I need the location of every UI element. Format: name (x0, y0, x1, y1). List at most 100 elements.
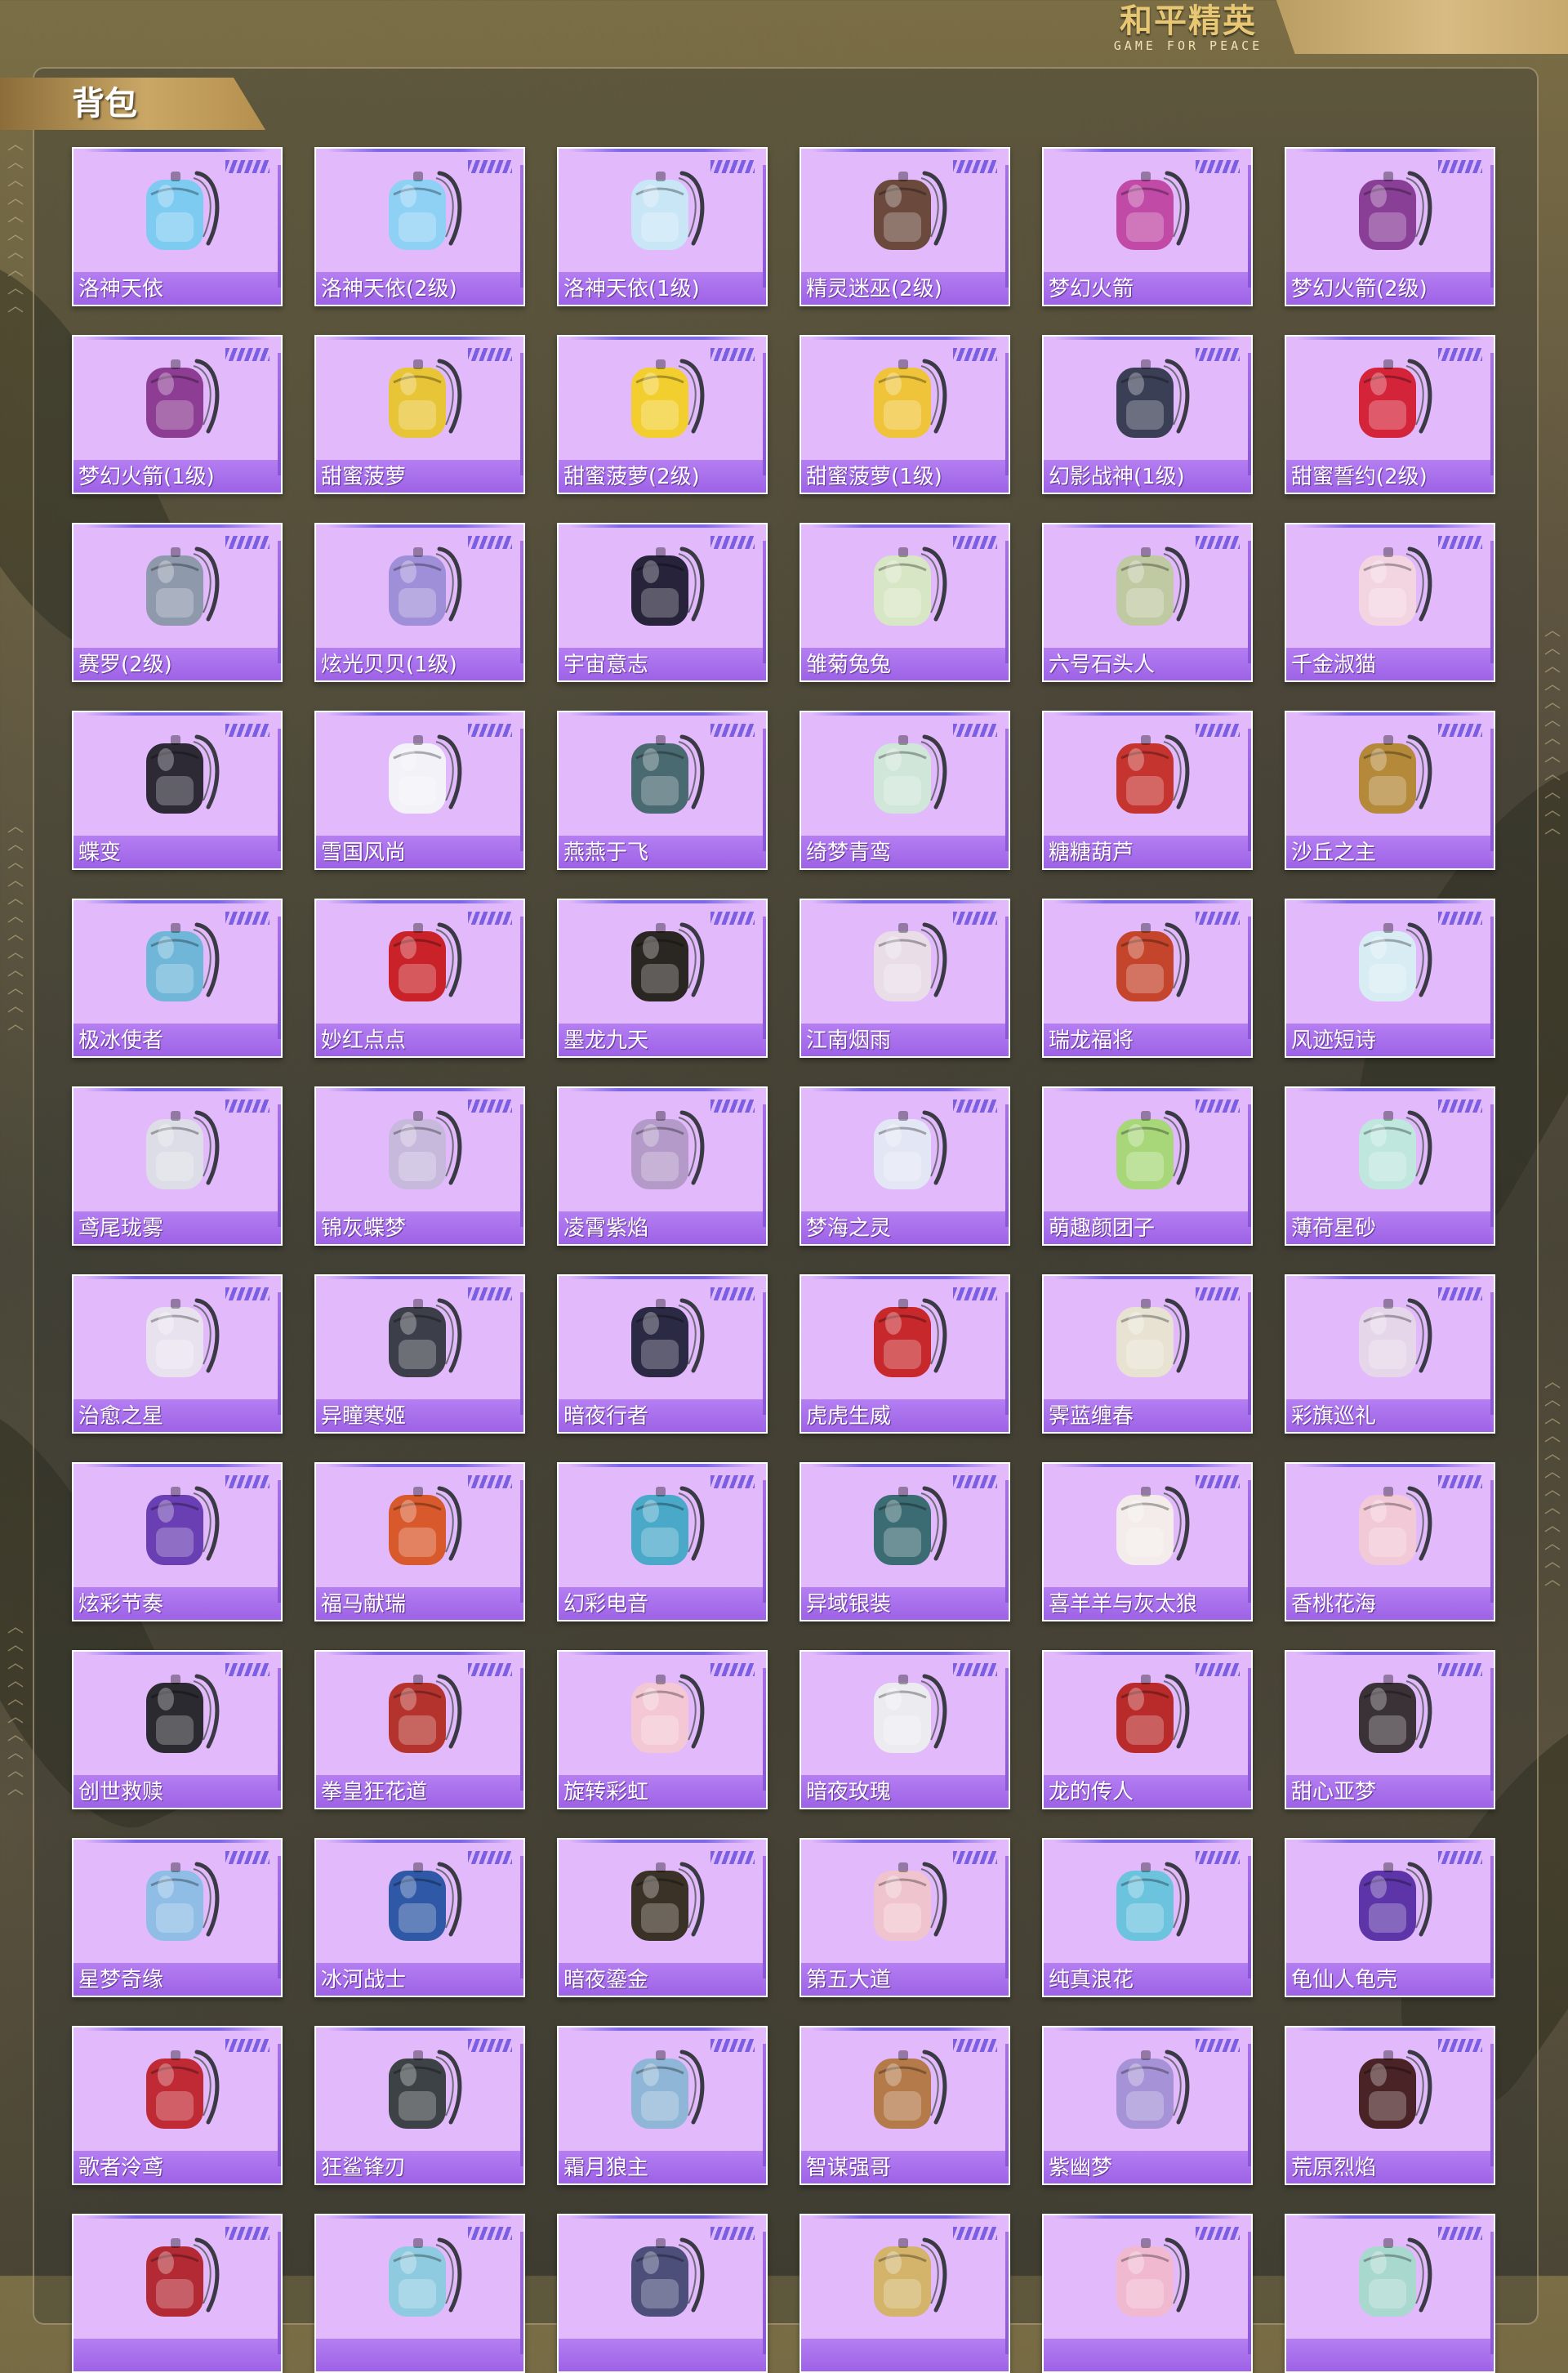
backpack-card[interactable]: 彩旗巡礼 (1285, 1274, 1495, 1434)
backpack-card[interactable]: 萌趣颜团子 (1042, 1086, 1253, 1246)
rank-stripes-icon (953, 912, 997, 925)
backpack-card[interactable]: 雪国风尚 (314, 711, 525, 870)
backpack-card[interactable] (314, 2214, 525, 2373)
backpack-card[interactable]: 甜蜜誓约(2级) (1285, 335, 1495, 494)
backpack-icon (1359, 2050, 1432, 2129)
backpack-card[interactable]: 甜蜜菠萝(2级) (557, 335, 768, 494)
backpack-card[interactable]: 梦幻火箭(1级) (72, 335, 283, 494)
backpack-card[interactable]: 梦幻火箭 (1042, 147, 1253, 306)
backpack-card[interactable]: 福马献瑞 (314, 1462, 525, 1621)
rank-stripes-icon (710, 724, 755, 737)
backpack-card[interactable]: 墨龙九天 (557, 899, 768, 1058)
rank-stripes-icon (953, 2039, 997, 2052)
backpack-card[interactable]: 燕燕于飞 (557, 711, 768, 870)
backpack-card[interactable]: 暗夜行者 (557, 1274, 768, 1434)
backpack-card[interactable] (557, 2214, 768, 2373)
rank-stripes-icon (1196, 1663, 1240, 1676)
backpack-card[interactable]: 冰河战士 (314, 1838, 525, 1997)
item-name: 旋转彩虹 (564, 1780, 649, 1804)
backpack-card[interactable]: 幻彩电音 (557, 1462, 768, 1621)
backpack-card[interactable] (72, 2214, 283, 2373)
backpack-icon (1116, 1862, 1190, 1941)
backpack-card[interactable]: 甜蜜菠萝(1级) (800, 335, 1010, 494)
backpack-card[interactable]: 紫幽梦 (1042, 2026, 1253, 2185)
backpack-card[interactable]: 异瞳寒姬 (314, 1274, 525, 1434)
backpack-card[interactable]: 甜蜜菠萝 (314, 335, 525, 494)
backpack-card[interactable]: 绮梦青鸾 (800, 711, 1010, 870)
backpack-card[interactable]: 纯真浪花 (1042, 1838, 1253, 1997)
backpack-card[interactable]: 治愈之星 (72, 1274, 283, 1434)
backpack-card[interactable]: 龟仙人龟壳 (1285, 1838, 1495, 1997)
item-name: 甜蜜菠萝(1级) (806, 465, 942, 489)
rank-stripes-icon (1438, 348, 1482, 361)
backpack-card[interactable]: 异域银装 (800, 1462, 1010, 1621)
item-name: 暗夜鎏金 (564, 1968, 649, 1992)
backpack-icon (1359, 1298, 1432, 1377)
backpack-card[interactable]: 洛神天依 (72, 147, 283, 306)
rank-stripes-icon (953, 1287, 997, 1300)
rank-stripes-icon (710, 160, 755, 173)
backpack-card[interactable]: 炫彩节奏 (72, 1462, 283, 1621)
rank-stripes-icon (468, 724, 512, 737)
backpack-card[interactable]: 雏菊兔兔 (800, 523, 1010, 682)
backpack-icon (146, 1674, 220, 1753)
backpack-icon (389, 1862, 462, 1941)
backpack-card[interactable]: 妙红点点 (314, 899, 525, 1058)
backpack-card[interactable]: 宇宙意志 (557, 523, 768, 682)
backpack-card[interactable]: 洛神天依(1级) (557, 147, 768, 306)
item-name: 梦幻火箭(2级) (1291, 277, 1428, 301)
backpack-card[interactable]: 凌霄紫焰 (557, 1086, 768, 1246)
backpack-card[interactable]: 沙丘之主 (1285, 711, 1495, 870)
item-name: 梦幻火箭 (1049, 277, 1134, 301)
backpack-card[interactable]: 蝶变 (72, 711, 283, 870)
backpack-card[interactable]: 幻影战神(1级) (1042, 335, 1253, 494)
backpack-card[interactable]: 拳皇狂花道 (314, 1650, 525, 1809)
rank-stripes-icon (225, 912, 270, 925)
backpack-card[interactable]: 鸢尾珑雾 (72, 1086, 283, 1246)
backpack-card[interactable]: 狂鲨锋刃 (314, 2026, 525, 2185)
backpack-card[interactable]: 赛罗(2级) (72, 523, 283, 682)
backpack-icon (146, 922, 220, 1001)
backpack-card[interactable]: 千金淑猫 (1285, 523, 1495, 682)
backpack-card[interactable] (1285, 2214, 1495, 2373)
backpack-card[interactable]: 锦灰蝶梦 (314, 1086, 525, 1246)
backpack-card[interactable]: 香桃花海 (1285, 1462, 1495, 1621)
backpack-card[interactable]: 糖糖葫芦 (1042, 711, 1253, 870)
backpack-card[interactable]: 智谋强哥 (800, 2026, 1010, 2185)
game-logo: 和平精英 GAME FOR PEACE (1098, 3, 1278, 56)
backpack-card[interactable]: 风迹短诗 (1285, 899, 1495, 1058)
backpack-card[interactable] (800, 2214, 1010, 2373)
backpack-card[interactable] (1042, 2214, 1253, 2373)
backpack-card[interactable]: 霁蓝缠春 (1042, 1274, 1253, 1434)
backpack-icon (631, 1486, 705, 1565)
backpack-card[interactable]: 江南烟雨 (800, 899, 1010, 1058)
backpack-card[interactable]: 创世救赎 (72, 1650, 283, 1809)
backpack-card[interactable]: 炫光贝贝(1级) (314, 523, 525, 682)
backpack-card[interactable]: 瑞龙福将 (1042, 899, 1253, 1058)
item-name: 冰河战士 (321, 1968, 407, 1992)
backpack-card[interactable]: 星梦奇缘 (72, 1838, 283, 1997)
backpack-card[interactable]: 梦幻火箭(2级) (1285, 147, 1495, 306)
item-name: 妙红点点 (321, 1028, 407, 1053)
backpack-card[interactable]: 极冰使者 (72, 899, 283, 1058)
backpack-card[interactable]: 洛神天依(2级) (314, 147, 525, 306)
backpack-card[interactable]: 精灵迷巫(2级) (800, 147, 1010, 306)
backpack-card[interactable]: 梦海之灵 (800, 1086, 1010, 1246)
backpack-card[interactable]: 薄荷星砂 (1285, 1086, 1495, 1246)
backpack-card[interactable]: 喜羊羊与灰太狼 (1042, 1462, 1253, 1621)
backpack-card[interactable]: 第五大道 (800, 1838, 1010, 1997)
backpack-card[interactable]: 暗夜玫瑰 (800, 1650, 1010, 1809)
backpack-card[interactable]: 甜心亚梦 (1285, 1650, 1495, 1809)
backpack-card[interactable]: 六号石头人 (1042, 523, 1253, 682)
backpack-card[interactable]: 霜月狼主 (557, 2026, 768, 2185)
backpack-icon (1116, 1298, 1190, 1377)
backpack-card[interactable]: 荒原烈焰 (1285, 2026, 1495, 2185)
backpack-card[interactable]: 暗夜鎏金 (557, 1838, 768, 1997)
backpack-card[interactable]: 旋转彩虹 (557, 1650, 768, 1809)
backpack-card[interactable]: 虎虎生威 (800, 1274, 1010, 1434)
backpack-card[interactable]: 歌者泠鸢 (72, 2026, 283, 2185)
item-name: 星梦奇缘 (78, 1968, 164, 1992)
item-name: 暗夜行者 (564, 1404, 649, 1429)
backpack-card[interactable]: 龙的传人 (1042, 1650, 1253, 1809)
item-name: 极冰使者 (78, 1028, 164, 1053)
